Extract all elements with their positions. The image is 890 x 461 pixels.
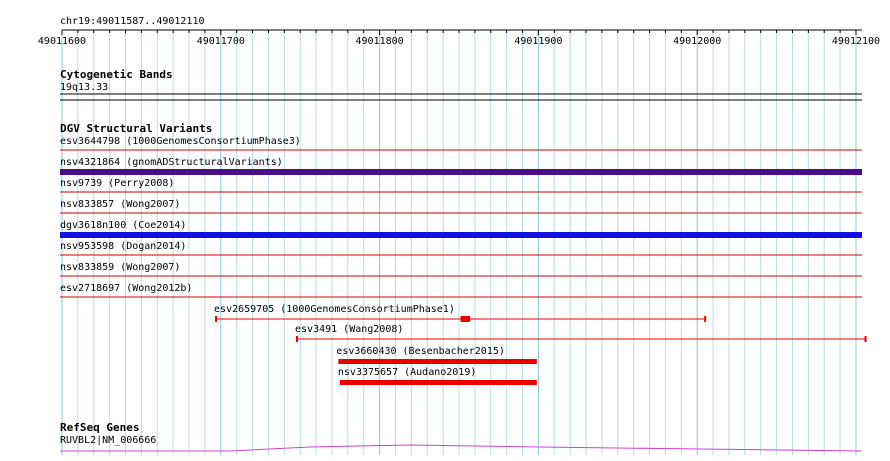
- dgv-variant-feature[interactable]: [60, 232, 862, 238]
- dgv-track: DGV Structural Variants esv3644798 (1000…: [60, 122, 867, 385]
- cytoband-track-title: Cytogenetic Bands: [60, 68, 173, 81]
- ruler-tick-label: 49011600: [38, 36, 86, 47]
- dgv-variant-endcap: [704, 316, 707, 322]
- ruler-tick-label: 49012000: [673, 36, 721, 47]
- dgv-variant-label[interactable]: dgv3618n100 (Coe2014): [60, 220, 186, 231]
- dgv-variant-label[interactable]: esv2718697 (Wong2012b): [60, 283, 192, 294]
- location-label: chr19:49011587..49012110: [60, 16, 205, 27]
- cytoband-label: 19q13.33: [60, 82, 108, 93]
- refseq-track: RefSeq Genes RUVBL2|NM_006666: [60, 421, 863, 452]
- genome-browser-view: chr19:49011587..49012110 49011600 4901170…: [38, 16, 880, 455]
- dgv-variant-label[interactable]: nsv4321864 (gnomADStructuralVariants): [60, 157, 283, 168]
- ruler-tick-label: 49011800: [356, 36, 404, 47]
- refseq-gene-feature[interactable]: [60, 444, 863, 452]
- dgv-variant-label[interactable]: nsv833859 (Wong2007): [60, 262, 180, 273]
- ruler-tick-label: 49011700: [197, 36, 245, 47]
- dgv-variant-label[interactable]: nsv3375657 (Audano2019): [338, 367, 476, 378]
- dgv-variant-label[interactable]: nsv9739 (Perry2008): [60, 178, 174, 189]
- dgv-variant-label[interactable]: esv2659705 (1000GenomesConsortiumPhase1): [214, 304, 455, 315]
- ruler-tick-label: 49012100: [832, 36, 880, 47]
- dgv-variant-endcap: [296, 336, 299, 342]
- cytoband-track: Cytogenetic Bands 19q13.33: [60, 68, 862, 101]
- dgv-track-title: DGV Structural Variants: [60, 122, 212, 135]
- dgv-variant-endcap: [864, 336, 867, 342]
- dgv-full-rows: esv3644798 (1000GenomesConsortiumPhase3)…: [60, 136, 862, 298]
- dgv-variant-feature[interactable]: [60, 169, 862, 175]
- dgv-variant-label[interactable]: nsv953598 (Dogan2014): [60, 241, 186, 252]
- refseq-gene-label[interactable]: RUVBL2|NM_006666: [60, 435, 156, 446]
- dgv-variant-label[interactable]: nsv833857 (Wong2007): [60, 199, 180, 210]
- dgv-variant-feature[interactable]: [338, 359, 537, 364]
- dgv-partial-rows: esv2659705 (1000GenomesConsortiumPhase1)…: [214, 304, 867, 385]
- dgv-variant-label[interactable]: esv3644798 (1000GenomesConsortiumPhase3): [60, 136, 301, 147]
- dgv-variant-label[interactable]: esv3491 (Wang2008): [295, 324, 403, 335]
- dgv-variant-feature[interactable]: [339, 380, 537, 385]
- dgv-variant-endcap: [215, 316, 218, 322]
- refseq-track-title: RefSeq Genes: [60, 421, 139, 434]
- dgv-variant-block[interactable]: [460, 316, 471, 322]
- dgv-variant-label[interactable]: esv3660430 (Besenbacher2015): [336, 346, 505, 357]
- ruler-tick-label: 49011900: [514, 36, 562, 47]
